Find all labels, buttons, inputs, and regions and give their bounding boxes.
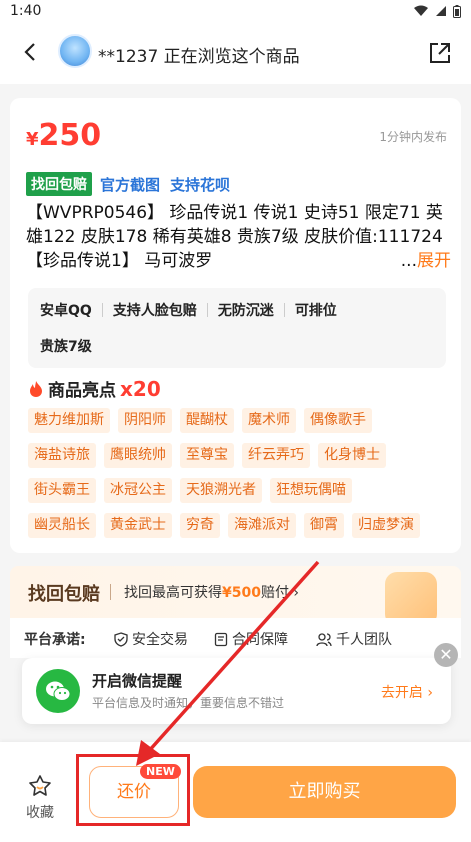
price: ¥250 [26, 118, 101, 153]
attribute-tag: 贵族7级 [40, 339, 92, 355]
guarantee-label: 找回包赔 [28, 584, 100, 605]
description-text: 【WVPRP0546】 珍品传说1 传说1 史诗51 限定71 英雄122 皮肤… [26, 203, 443, 271]
attribute-tag: 安卓QQ [40, 303, 92, 319]
wechat-reminder-card[interactable]: 开启微信提醒 平台信息及时通知，重要信息不错过 去开启 › [22, 658, 451, 724]
viewer-title: **1237 正在浏览这个商品 [98, 47, 300, 67]
highlights-count: x20 [120, 376, 161, 401]
wechat-title: 开启微信提醒 [92, 672, 183, 690]
favorite-button[interactable]: 收藏 [22, 774, 58, 822]
divider [110, 584, 111, 600]
promise-item-safe: 安全交易 [114, 629, 188, 649]
wechat-icon [36, 669, 80, 713]
viewer-avatar [58, 34, 92, 68]
shield-check-icon [114, 631, 128, 647]
chevron-left-icon [24, 43, 35, 61]
promise-label: 平台承诺: [24, 632, 86, 648]
expand-link[interactable]: ...展开 [398, 249, 451, 273]
divider [101, 303, 103, 317]
highlight-chip: 穷奇 [180, 513, 220, 538]
highlight-chip: 冰冠公主 [104, 478, 172, 503]
price-value: 250 [38, 118, 102, 153]
status-time: 1:40 [10, 3, 42, 19]
divider [283, 303, 285, 317]
product-card: ¥250 1分钟内发布 找回包赔 官方截图 支持花呗 【WVPRP0546】 珍… [10, 98, 461, 553]
badges: 找回包赔 官方截图 支持花呗 [26, 172, 232, 196]
highlight-chip: 海盐诗旅 [28, 443, 96, 468]
highlight-chip: 阴阳师 [118, 408, 172, 433]
divider [206, 303, 208, 317]
attribute-box: 安卓QQ 支持人脸包赔 无防沉迷 可排位 贵族7级 [28, 288, 446, 368]
favorite-label: 收藏 [26, 805, 54, 821]
enable-wechat-button[interactable]: 去开启 › [381, 682, 433, 702]
highlight-chip: 幽灵船长 [28, 513, 96, 538]
guarantee-text: 找回最高可获得¥500赔付 › [124, 585, 300, 601]
top-nav: **1237 正在浏览这个商品 [0, 22, 471, 84]
highlight-chip: 狂想玩偶喵 [270, 478, 352, 503]
expand-label: 展开 [417, 251, 451, 271]
highlights-title: 商品亮点 [48, 381, 116, 401]
price-symbol: ¥ [26, 129, 39, 150]
highlight-chip: 醍醐杖 [180, 408, 234, 433]
promise-item-team: 千人团队 [316, 629, 392, 649]
highlight-chip: 魅力维加斯 [28, 408, 110, 433]
buy-now-button[interactable]: 立即购买 [193, 766, 456, 818]
recover-guarantee-banner[interactable]: 找回包赔 找回最高可获得¥500赔付 › [10, 566, 461, 626]
highlight-chip: 纤云弄巧 [242, 443, 310, 468]
attribute-tag: 可排位 [294, 303, 337, 319]
status-bar: 1:40 [0, 0, 471, 22]
back-button[interactable] [18, 40, 42, 64]
highlight-chip: 偶像歌手 [304, 408, 372, 433]
highlight-chip: 魔术师 [242, 408, 296, 433]
platform-promise: 平台承诺: 安全交易 合同保障 千人团队 [10, 618, 461, 658]
battery-icon [453, 4, 461, 18]
highlight-chip: 天狼溯光者 [180, 478, 262, 503]
wechat-subtitle: 平台信息及时通知，重要信息不错过 [92, 696, 285, 710]
fire-icon [30, 380, 42, 397]
annotation-highlight-box [76, 754, 190, 826]
share-button[interactable] [427, 40, 453, 66]
highlights-header: 商品亮点 x20 [28, 376, 161, 401]
star-icon [29, 775, 51, 796]
guarantee-amount: ¥500 [222, 585, 261, 601]
contract-icon [214, 632, 228, 646]
highlight-chips: 魅力维加斯 阴阳师 醍醐杖 魔术师 偶像歌手 海盐诗旅 鹰眼统帅 至尊宝 纤云弄… [28, 408, 448, 548]
highlight-chip: 至尊宝 [180, 443, 234, 468]
huabei-badge: 支持花呗 [170, 175, 231, 194]
highlight-chip: 归虚梦演 [352, 513, 420, 538]
promise-item-contract: 合同保障 [214, 629, 288, 649]
wifi-icon [414, 5, 428, 16]
attribute-tag: 支持人脸包赔 [112, 303, 197, 319]
recover-badge: 找回包赔 [26, 172, 92, 196]
official-screenshot-badge: 官方截图 [100, 175, 161, 194]
close-icon[interactable]: ✕ [434, 643, 458, 667]
signal-icon [436, 6, 446, 16]
highlight-chip: 海滩派对 [228, 513, 296, 538]
publish-time: 1分钟内发布 [379, 130, 447, 144]
status-icons [413, 4, 461, 18]
share-icon [430, 43, 450, 63]
highlight-chip: 御霄 [304, 513, 344, 538]
highlight-chip: 街头霸王 [28, 478, 96, 503]
product-description: 【WVPRP0546】 珍品传说1 传说1 史诗51 限定71 英雄122 皮肤… [26, 201, 451, 273]
highlight-chip: 黄金武士 [104, 513, 172, 538]
people-icon [316, 632, 332, 646]
highlight-chip: 化身博士 [318, 443, 386, 468]
attribute-tag: 无防沉迷 [217, 303, 274, 319]
highlight-chip: 鹰眼统帅 [104, 443, 172, 468]
